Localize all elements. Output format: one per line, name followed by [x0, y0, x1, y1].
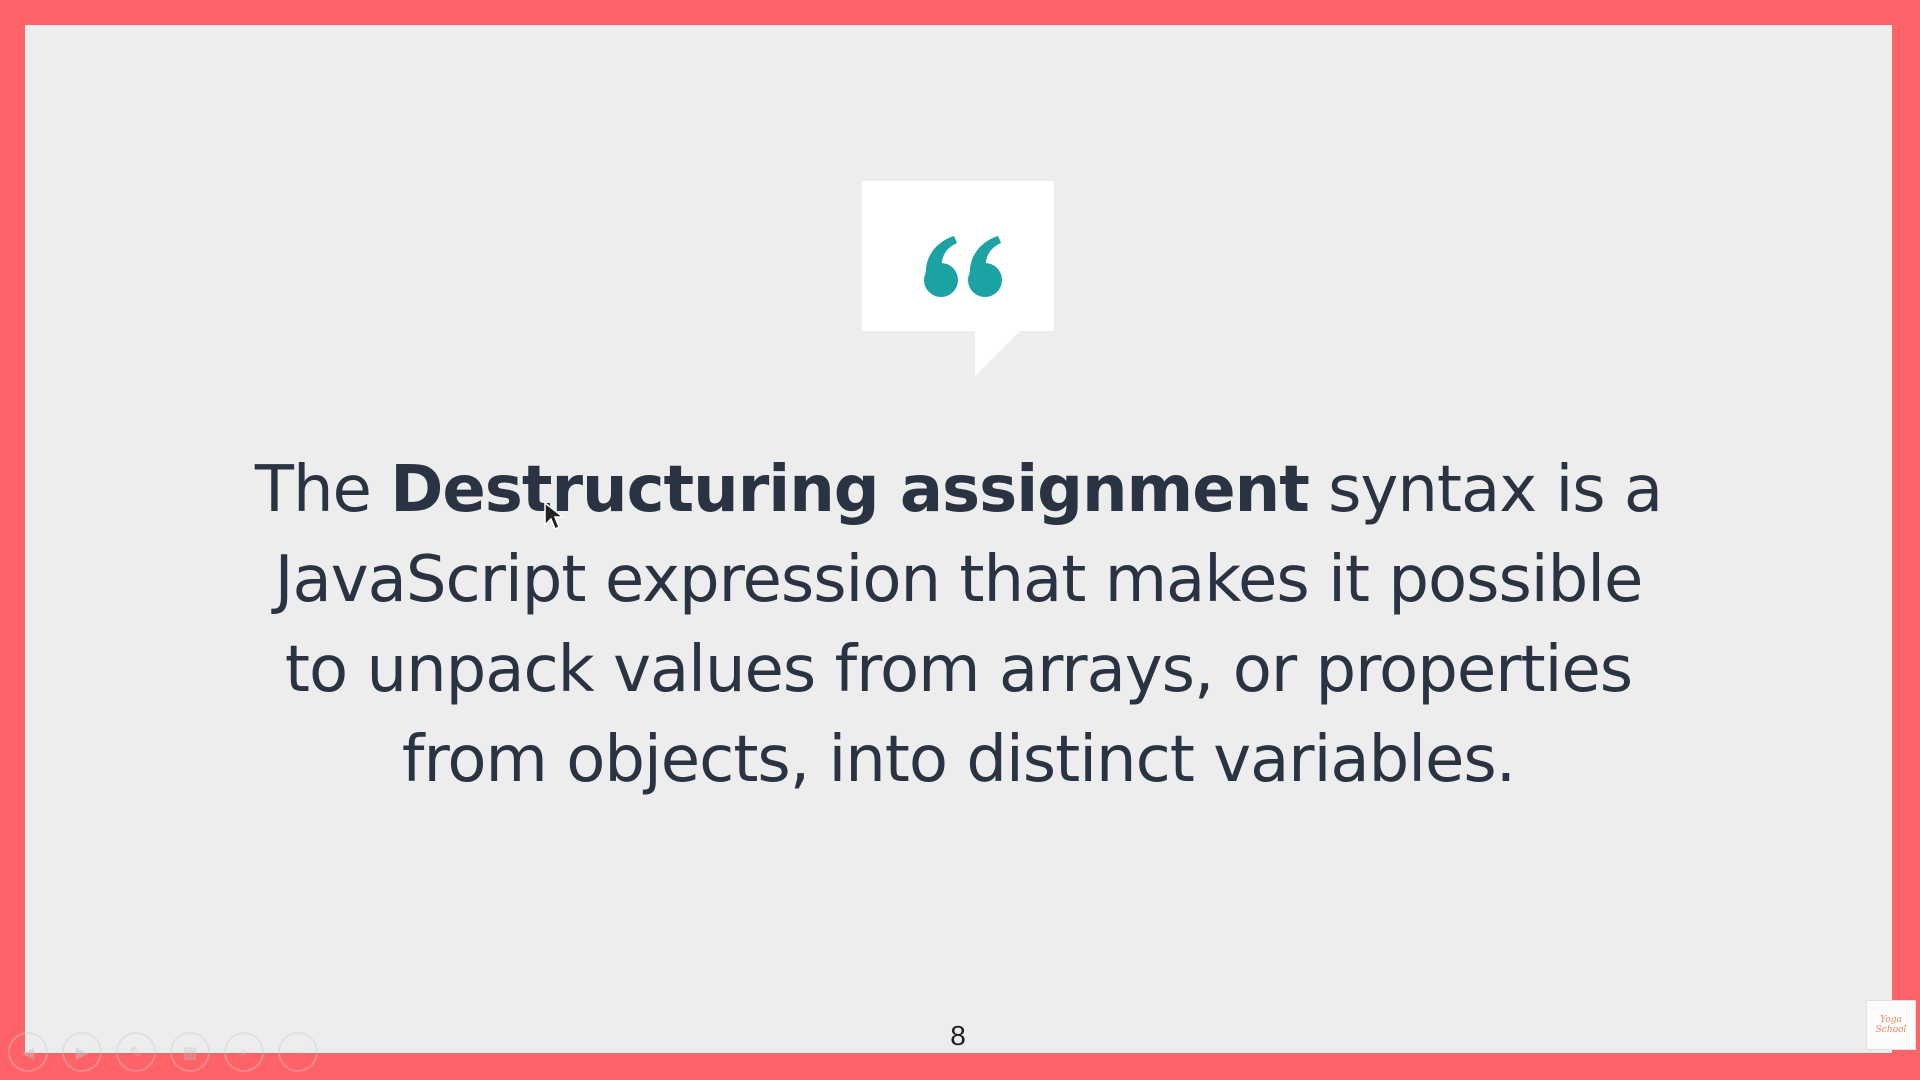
quote-line-4: from objects, into distinct variables.: [401, 723, 1516, 797]
page-number: 8: [950, 1020, 966, 1051]
channel-logo: Yoga School: [1866, 1000, 1916, 1050]
quote-line-3: to unpack values from arrays, or propert…: [284, 633, 1633, 707]
slides-grid-icon: ▦: [182, 1042, 198, 1062]
quote-mark-icon: [924, 236, 1002, 297]
logo-line-1: Yoga: [1880, 1015, 1902, 1025]
quote-text: The Destructuring assignment syntax is a…: [205, 445, 1712, 805]
screen-frame: The Destructuring assignment syntax is a…: [0, 0, 1920, 1080]
next-button[interactable]: ▶: [62, 1032, 102, 1072]
zoom-button[interactable]: ⌕: [224, 1032, 264, 1072]
previous-icon: ◀: [21, 1042, 35, 1062]
quote-bubble: [862, 181, 1054, 331]
pen-button[interactable]: ✎: [116, 1032, 156, 1072]
presentation-slide: The Destructuring assignment syntax is a…: [25, 25, 1892, 1053]
next-icon: ▶: [75, 1042, 89, 1062]
quote-line-1-rest: syntax is a: [1308, 453, 1663, 527]
logo-line-2: School: [1875, 1025, 1907, 1035]
quote-line-1: The Destructuring assignment syntax is a: [205, 445, 1712, 535]
pen-icon: ✎: [129, 1042, 143, 1062]
zoom-icon: ⌕: [239, 1042, 249, 1061]
slides-grid-button[interactable]: ▦: [170, 1032, 210, 1072]
previous-button[interactable]: ◀: [8, 1032, 48, 1072]
presentation-toolbar: ◀ ▶ ✎ ▦ ⌕ ⋯: [8, 1030, 318, 1074]
quote-bubble-tail: [975, 331, 1020, 376]
quote-bold-term: Destructuring assignment: [390, 453, 1310, 527]
more-icon: ⋯: [290, 1042, 306, 1062]
quote-line-2: JavaScript expression that makes it poss…: [274, 543, 1644, 617]
quote-prefix: The: [254, 453, 391, 527]
mouse-cursor-icon: [544, 501, 565, 531]
more-options-button[interactable]: ⋯: [278, 1032, 318, 1072]
